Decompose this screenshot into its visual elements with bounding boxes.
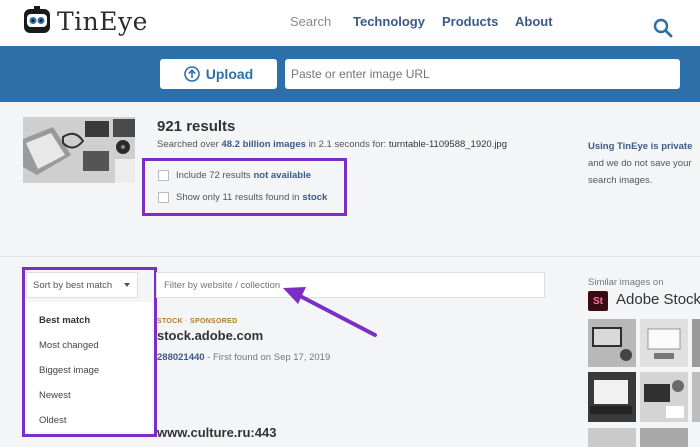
similar-image[interactable] [692,372,700,422]
result-tag-sponsored: SPONSORED [190,318,238,325]
adobe-stock-logo-icon: St [588,291,608,311]
tineye-logo[interactable]: TinEye [22,6,148,36]
similar-image[interactable] [692,319,700,367]
search-summary: Searched over 48.2 billion images in 2.1… [157,139,507,150]
query-image-thumbnail [23,117,135,183]
top-header: TinEye Search Technology Products About [0,0,700,46]
image-url-input[interactable] [285,59,680,89]
similar-image[interactable] [640,319,688,367]
privacy-line3: search images. [588,175,653,186]
nav-technology[interactable]: Technology [353,14,425,29]
similar-image[interactable] [588,428,636,447]
similar-image[interactable] [588,319,636,367]
similar-image[interactable] [588,372,636,422]
result-meta: 288021440 - First found on Sep 17, 2019 [157,352,330,363]
filter-input[interactable] [156,272,545,298]
options-highlight [142,158,347,216]
privacy-note: Using TinEye is private and we do not sa… [588,138,692,189]
section-divider [0,256,700,257]
similar-image[interactable] [640,428,688,447]
result-domain[interactable]: www.culture.ru:443 [157,425,276,440]
summary-filename: turntable-1109588_1920.jpg [388,139,507,150]
nav-products[interactable]: Products [442,14,498,29]
result-first-found: - First found on Sep 17, 2019 [204,352,331,363]
logo-text: TinEye [57,6,148,36]
summary-mid: in 2.1 seconds for: [308,139,387,150]
privacy-line2: and we do not save your [588,158,692,169]
upload-arrow-icon [183,66,200,82]
similar-images-title: Similar images on [588,277,664,288]
results-count: 921 results [157,118,236,135]
result-domain[interactable]: stock.adobe.com [157,328,263,343]
nav-search[interactable]: Search [290,14,331,29]
result-tag: STOCK · SPONSORED [157,318,238,325]
upload-label: Upload [205,66,254,82]
summary-images: 48.2 billion images [221,139,306,150]
nav-about[interactable]: About [515,14,553,29]
search-bar: Upload [0,46,700,102]
result-id[interactable]: 288021440 [157,352,205,363]
upload-button[interactable]: Upload [160,59,277,89]
privacy-link[interactable]: Using TinEye is private [588,138,692,155]
summary-prefix: Searched over [157,139,219,150]
similar-image[interactable] [640,372,688,422]
robot-logo-icon [24,6,50,33]
result-tag-stock: STOCK [157,318,183,325]
adobe-stock-brand[interactable]: Adobe Stock [616,291,700,308]
sort-highlight [22,267,157,437]
search-icon[interactable] [653,18,673,38]
